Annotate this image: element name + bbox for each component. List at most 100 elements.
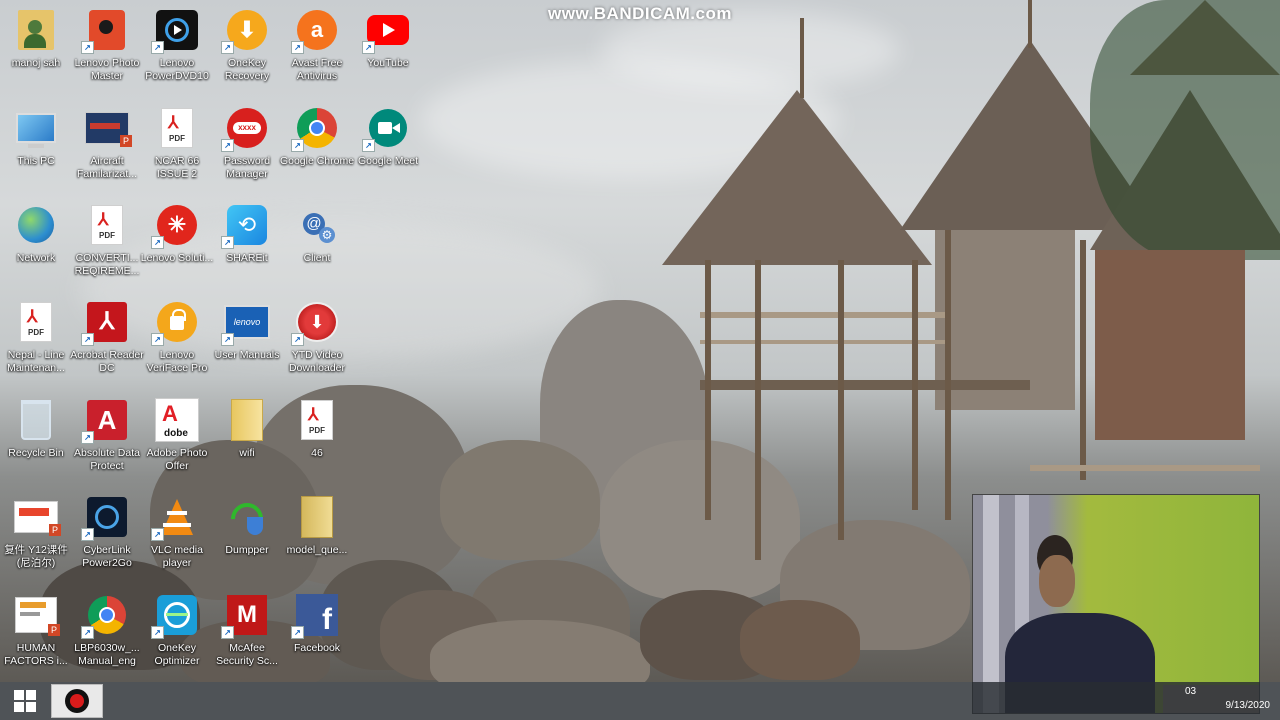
desktop-icon-lbp6030w-manual[interactable]: ↗ LBP6030w_... Manual_eng xyxy=(72,591,142,668)
client-gear-icon: @ ⚙ xyxy=(293,201,341,249)
desktop-icon-label: Client xyxy=(303,252,331,264)
desktop-icon-label: Password Manager xyxy=(223,155,271,180)
shortcut-arrow-icon: ↗ xyxy=(81,431,94,444)
desktop-icon-label: Acrobat Reader DC xyxy=(70,349,144,374)
acrobat-icon: ⅄ ↗ xyxy=(81,298,131,346)
desktop-icon-cyberlink-power2go[interactable]: ↗ CyberLink Power2Go xyxy=(72,493,142,570)
shortcut-arrow-icon: ↗ xyxy=(291,41,304,54)
desktop-icon-adobe-photo-offer[interactable]: A dobe Adobe Photo Offer xyxy=(142,396,212,473)
desktop-icon-wifi-folder[interactable]: wifi xyxy=(212,396,282,460)
desktop-icon-user-manuals[interactable]: lenovo ↗ User Manuals xyxy=(212,298,282,362)
shortcut-arrow-icon: ↗ xyxy=(362,139,375,152)
desktop-icon-acrobat-reader[interactable]: ⅄ ↗ Acrobat Reader DC xyxy=(70,298,144,375)
taskbar: 03 9/13/2020 xyxy=(0,682,1280,720)
desktop-icon-label: Aircraft Familarizat... xyxy=(76,155,138,180)
desktop-icon-label: Nepal - Line Maintenan... xyxy=(7,349,65,374)
desktop-icon-ncar-66[interactable]: ⅄ PDF NCAR 66 ISSUE 2 xyxy=(142,104,212,181)
desktop-icon-label: Lenovo Photo Master xyxy=(74,57,140,82)
shortcut-arrow-icon: ↗ xyxy=(221,41,234,54)
desktop-icon-label: Absolute Data Protect xyxy=(74,447,140,472)
desktop-icon-label: OneKey Recovery xyxy=(224,57,270,82)
taskbar-clock-date[interactable]: 9/13/2020 xyxy=(1226,700,1271,711)
desktop-icon-label: McAfee Security Sc... xyxy=(216,642,278,667)
desktop-icon-nepal-line-maintenance[interactable]: ⅄ PDF Nepal - Line Maintenan... xyxy=(1,298,71,375)
desktop-icon-label: LBP6030w_... Manual_eng xyxy=(74,642,140,667)
desktop-icon-pdf-46[interactable]: ⅄ PDF 46 xyxy=(282,396,352,460)
desktop-icon-human-factors[interactable]: P HUMAN FACTORS i... xyxy=(1,591,71,668)
folder-icon xyxy=(293,493,341,541)
password-manager-icon: xxxx ↗ xyxy=(221,104,271,152)
shortcut-arrow-icon: ↗ xyxy=(81,626,94,639)
desktop-icon-network[interactable]: Network xyxy=(1,201,71,265)
desktop-icon-label: Adobe Photo Offer xyxy=(146,447,208,472)
shortcut-arrow-icon: ↗ xyxy=(221,236,234,249)
desktop-icon-label: Lenovo PowerDVD10 xyxy=(145,57,209,82)
desktop-icon-recycle-bin[interactable]: Recycle Bin xyxy=(1,396,71,460)
shortcut-arrow-icon: ↗ xyxy=(221,333,234,346)
desktop-icon-manoj-sah[interactable]: manoj sah xyxy=(1,6,71,70)
bandicam-record-button[interactable] xyxy=(51,684,103,718)
pdf-icon: ⅄ PDF xyxy=(153,104,201,152)
desktop-icon-label: Dumpper xyxy=(225,544,269,556)
shortcut-arrow-icon: ↗ xyxy=(291,139,304,152)
desktop-icon-this-pc[interactable]: This PC xyxy=(1,104,71,168)
desktop-icon-label: 复件 Y12课件(尼泊尔) xyxy=(4,544,68,569)
onekey-recovery-icon: ⬇ ↗ xyxy=(221,6,271,54)
desktop-icon-absolute-data-protect[interactable]: A ↗ Absolute Data Protect xyxy=(72,396,142,473)
desktop-icon-youtube[interactable]: ↗ YouTube xyxy=(353,6,423,70)
desktop-icon-label: VLC media player xyxy=(151,544,203,569)
webcam-overlay xyxy=(972,494,1260,714)
shareit-icon: ⟲ ↗ xyxy=(221,201,271,249)
shortcut-arrow-icon: ↗ xyxy=(151,333,164,346)
start-button[interactable] xyxy=(0,682,50,720)
desktop-icon-chinese-ppt[interactable]: P 复件 Y12课件(尼泊尔) xyxy=(1,493,71,570)
desktop-icon-label: This PC xyxy=(17,155,55,167)
desktop-icon-client[interactable]: @ ⚙ Client xyxy=(282,201,352,265)
desktop-icon-label: Google Chrome xyxy=(279,155,355,167)
desktop-icon-lenovo-powerdvd[interactable]: ↗ Lenovo PowerDVD10 xyxy=(142,6,212,83)
desktop-icon-lenovo-veriface[interactable]: ↗ Lenovo VeriFace Pro xyxy=(142,298,212,375)
desktop-icon-google-meet[interactable]: ↗ Google Meet xyxy=(353,104,423,168)
recycle-bin-icon xyxy=(12,396,60,444)
desktop-icon-google-chrome[interactable]: ↗ Google Chrome xyxy=(279,104,355,168)
desktop-icon-label: User Manuals xyxy=(214,349,280,361)
photomaster-icon: ↗ xyxy=(81,6,131,54)
lenovo-solution-icon: ✳ ↗ xyxy=(151,201,201,249)
desktop-icon-mcafee[interactable]: M ↗ McAfee Security Sc... xyxy=(212,591,282,668)
desktop-icon-converti[interactable]: ⅄ PDF CONVERTI... REQIREME... xyxy=(72,201,142,278)
desktop-icon-facebook[interactable]: f ↗ Facebook xyxy=(282,591,352,655)
shortcut-arrow-icon: ↗ xyxy=(81,528,94,541)
desktop-icon-dumpper[interactable]: Dumpper xyxy=(212,493,282,557)
desktop-icon-model-que[interactable]: model_que... xyxy=(282,493,352,557)
facebook-icon: f ↗ xyxy=(291,591,341,639)
windows-logo-icon xyxy=(14,690,36,712)
desktop-icon-shareit[interactable]: ⟲ ↗ SHAREit xyxy=(212,201,282,265)
shortcut-arrow-icon: ↗ xyxy=(151,41,164,54)
shortcut-arrow-icon: ↗ xyxy=(81,41,94,54)
tray-text: 03 xyxy=(1185,686,1197,697)
desktop-icon-ytd-downloader[interactable]: ⬇ ↗ YTD Video Downloader xyxy=(282,298,352,375)
desktop-icon-label: SHAREit xyxy=(226,252,268,264)
avast-icon: a ↗ xyxy=(291,6,341,54)
desktop-icon-label: Recycle Bin xyxy=(8,447,64,459)
desktop-icon-onekey-optimizer[interactable]: ↗ OneKey Optimizer xyxy=(142,591,212,668)
shortcut-arrow-icon: ↗ xyxy=(291,626,304,639)
desktop-icon-avast[interactable]: a ↗ Avast Free Antivirus xyxy=(282,6,352,83)
adobe-icon: A dobe xyxy=(153,396,201,444)
desktop-icon-vlc[interactable]: ↗ VLC media player xyxy=(142,493,212,570)
desktop-icon-label: Avast Free Antivirus xyxy=(291,57,343,82)
desktop-icon-label: 46 xyxy=(311,447,323,459)
mcafee-icon: M ↗ xyxy=(221,591,271,639)
desktop-icon-onekey-recovery[interactable]: ⬇ ↗ OneKey Recovery xyxy=(212,6,282,83)
computer-icon xyxy=(12,104,60,152)
desktop-icon-label: HUMAN FACTORS i... xyxy=(4,642,68,667)
desktop-icon-lenovo-photo-master[interactable]: ↗ Lenovo Photo Master xyxy=(72,6,142,83)
ppt-icon: P xyxy=(12,591,60,639)
desktop-icon-lenovo-solution[interactable]: ✳ ↗ Lenovo Soluti... xyxy=(141,201,213,265)
user-folder-icon xyxy=(12,6,60,54)
chrome-icon: ↗ xyxy=(81,591,131,639)
desktop-icon-aircraft[interactable]: P Aircraft Familarizat... xyxy=(72,104,142,181)
desktop-icon-password-manager[interactable]: xxxx ↗ Password Manager xyxy=(212,104,282,181)
desktop-icon-label: wifi xyxy=(239,447,255,459)
chrome-icon: ↗ xyxy=(291,104,341,152)
